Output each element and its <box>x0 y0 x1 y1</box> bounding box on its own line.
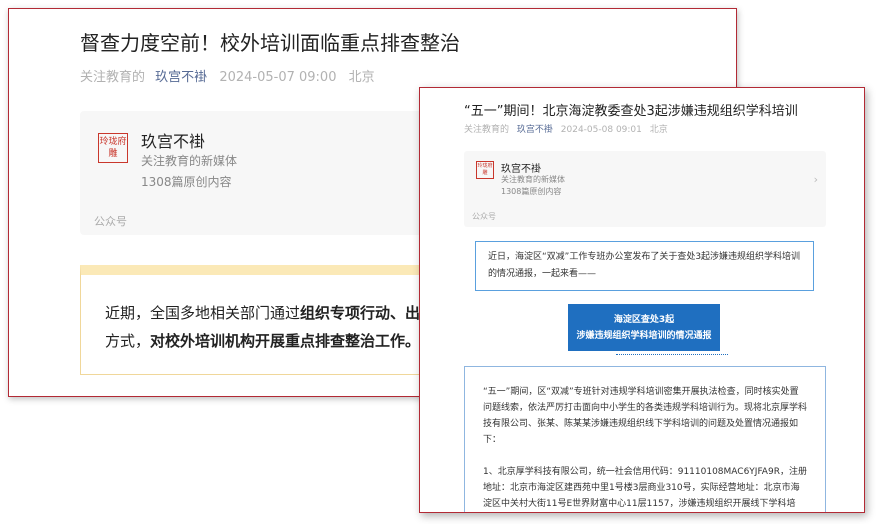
article-title: 督查力度空前！校外培训面临重点排查整治 <box>80 31 460 55</box>
quote-line2-bold: 对校外培训机构开展重点排查整治工作。 <box>150 332 421 350</box>
section-banner: 海淀区查处3起 涉嫌违规组织学科培训的情况通报 <box>568 304 720 351</box>
quote-line2: 方式， <box>105 332 151 350</box>
seal-logo-icon: 玲珑府雕 <box>476 161 494 179</box>
body-paragraph-2: 1、北京厚学科技有限公司，统一社会信用代码：91110108MAC6YJFA9R… <box>483 467 807 509</box>
quote-line1: 近期，全国多地相关部门通过 <box>105 304 301 322</box>
banner-line1: 海淀区查处3起 <box>613 314 675 325</box>
account-article-count: 1308篇原创内容 <box>501 187 562 196</box>
body-paragraph-1: “五一”期间，区“双减”专班针对违规学科培训密集开展执法检查，同时核实处置问题线… <box>483 387 808 445</box>
account-type-label: 公众号 <box>94 215 127 228</box>
meta-author-link[interactable]: 玖宫不褂 <box>517 125 553 135</box>
meta-location: 北京 <box>348 70 375 85</box>
chevron-right-icon[interactable]: › <box>814 173 818 186</box>
account-name: 玖宫不褂 <box>501 164 541 175</box>
intro-box: 近日，海淀区“双减”工作专班办公室发布了关于查处3起涉嫌违规组织学科培训的情况通… <box>475 241 814 291</box>
account-name: 玖宫不褂 <box>141 132 206 151</box>
meta-author-link[interactable]: 玖宫不褂 <box>155 70 207 85</box>
article-meta: 关注教育的 玖宫不褂 2024-05-07 09:00 北京 <box>80 66 381 85</box>
article-screenshot-front: “五一”期间！北京海淀教委查处3起涉嫌违规组织学科培训 关注教育的 玖宫不褂 2… <box>419 87 865 513</box>
meta-date: 2024-05-07 09:00 <box>219 70 337 85</box>
meta-location: 北京 <box>649 125 668 135</box>
article-title: “五一”期间！北京海淀教委查处3起涉嫌违规组织学科培训 <box>464 104 798 119</box>
seal-logo-icon: 玲珑府雕 <box>98 133 128 163</box>
banner-line2: 涉嫌违规组织学科培训的情况通报 <box>576 330 712 341</box>
account-profile-card[interactable]: 玲珑府雕 玖宫不褂 关注教育的新媒体 1308篇原创内容 › 公众号 <box>464 151 826 227</box>
banner-divider <box>616 354 728 355</box>
meta-source: 关注教育的 <box>80 70 146 85</box>
quote-line1-bold: 组织专项行动、出台 <box>300 304 436 322</box>
account-type-label: 公众号 <box>472 212 496 221</box>
article-meta: 关注教育的 玖宫不褂 2024-05-08 09:01 北京 <box>464 122 673 135</box>
article-body-box: “五一”期间，区“双减”专班针对违规学科培训密集开展执法检查，同时核实处置问题线… <box>464 366 826 512</box>
meta-date: 2024-05-08 09:01 <box>560 125 642 135</box>
meta-source: 关注教育的 <box>464 125 510 135</box>
account-description: 关注教育的新媒体 <box>501 175 565 184</box>
account-article-count: 1308篇原创内容 <box>141 175 232 189</box>
account-description: 关注教育的新媒体 <box>141 154 238 168</box>
